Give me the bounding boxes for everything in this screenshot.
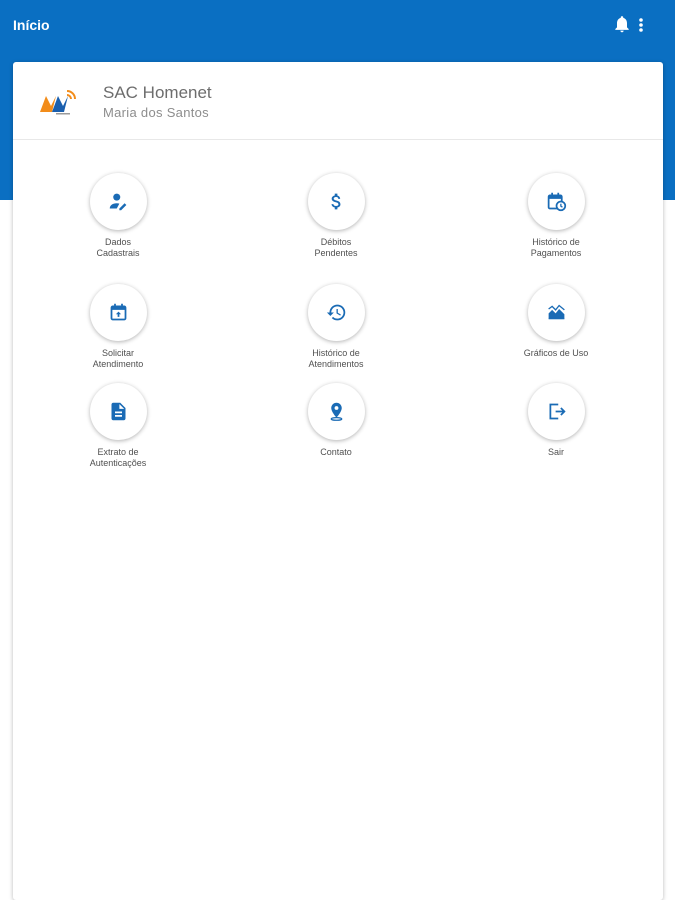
historico-pagamentos-button[interactable] [527,173,585,230]
exit-icon [549,403,566,420]
debitos-pendentes-label: Débitos Pendentes [314,237,358,258]
menu-graficos-uso[interactable]: Gráficos de Uso [496,284,616,359]
contato-label: Contato [320,447,352,457]
historico-atendimentos-label: Histórico de Atendimentos [308,348,364,369]
dados-cadastrais-button[interactable] [89,173,147,230]
menu-extrato-autenticacoes[interactable]: Extrato de Autenticações [58,383,178,469]
sair-button[interactable] [527,383,585,440]
menu-solicitar-atendimento[interactable]: Solicitar Atendimento [58,284,178,370]
solicitar-atendimento-button[interactable] [89,284,147,341]
menu-sair[interactable]: Sair [496,383,616,458]
menu-dados-cadastrais[interactable]: Dados Cadastrais [58,173,178,259]
sair-label: Sair [547,447,564,457]
menu-historico-atendimentos[interactable]: Histórico de Atendimentos [276,284,396,370]
graficos-uso-button[interactable] [527,284,585,341]
dollar-icon [331,193,340,210]
app-name: SAC Homenet [103,83,212,102]
document-icon [111,402,125,421]
solicitar-atendimento-label: Solicitar Atendimento [92,348,144,369]
dados-cadastrais-label: Dados Cadastrais [96,237,140,258]
area-chart-icon [547,304,565,320]
historico-atendimentos-button[interactable] [307,284,365,341]
extrato-autenticacoes-button[interactable] [89,383,147,440]
calendar-upload-icon [110,303,126,321]
more-vert-icon[interactable] [635,14,647,36]
menu-debitos-pendentes[interactable]: Débitos Pendentes [276,173,396,259]
graficos-uso-label: Gráficos de Uso [523,348,589,358]
card-header: SAC Homenet Maria dos Santos [13,62,663,140]
menu-contato[interactable]: Contato [276,383,396,458]
extrato-autenticacoes-label: Extrato de Autenticações [89,447,147,468]
user-name: Maria dos Santos [103,105,209,120]
debitos-pendentes-button[interactable] [307,173,365,230]
menu-historico-pagamentos[interactable]: Histórico de Pagamentos [496,173,616,259]
page-title: Início [13,17,50,33]
bell-icon[interactable] [612,14,632,34]
historico-pagamentos-label: Histórico de Pagamentos [530,237,582,258]
homenet-logo [40,90,76,115]
location-pin-icon [330,402,342,421]
user-edit-icon [109,193,126,211]
history-icon [326,304,345,321]
contato-button[interactable] [307,383,365,440]
calendar-clock-icon [547,192,566,212]
